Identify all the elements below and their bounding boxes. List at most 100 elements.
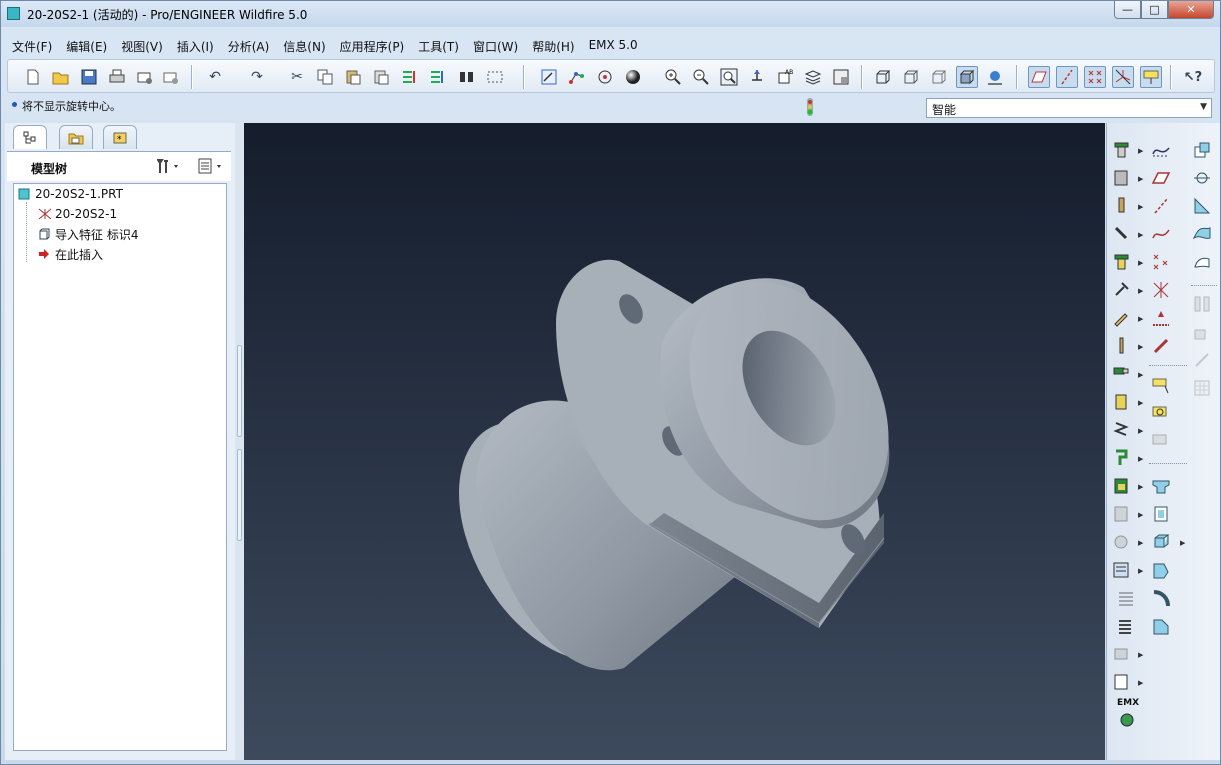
chevron-right-icon[interactable]: ▶ — [1138, 483, 1143, 491]
chevron-right-icon[interactable]: ▶ — [1138, 287, 1143, 295]
tab-favorites[interactable]: * — [103, 125, 137, 149]
hole-icon[interactable] — [1191, 223, 1213, 245]
shell-icon[interactable] — [1191, 139, 1213, 161]
view-manager-icon[interactable] — [830, 66, 852, 88]
sketch-icon[interactable] — [538, 66, 560, 88]
revolve-icon[interactable] — [1150, 503, 1172, 525]
datum-curve-tool-icon[interactable] — [1150, 223, 1172, 245]
chevron-right-icon[interactable]: ▶ — [1138, 679, 1143, 687]
selection-filter-select[interactable]: 智能 ▼ — [926, 98, 1212, 118]
pin-icon[interactable] — [1110, 335, 1132, 357]
cut-icon[interactable]: ✂ — [286, 66, 308, 88]
trim-icon[interactable] — [1191, 349, 1213, 371]
regen-manager-icon[interactable] — [426, 66, 448, 88]
tab-model-tree[interactable] — [13, 125, 47, 149]
rib-icon[interactable] — [1191, 195, 1213, 217]
layers-icon[interactable] — [802, 66, 824, 88]
component-icon[interactable] — [1110, 167, 1132, 189]
part-model[interactable] — [244, 123, 1105, 760]
minimize-button[interactable]: — — [1114, 1, 1141, 19]
splitter-grip[interactable] — [237, 449, 242, 541]
menu-info[interactable]: 信息(N) — [276, 35, 332, 57]
pattern-icon[interactable] — [1191, 251, 1213, 273]
export-icon[interactable] — [1110, 643, 1132, 665]
hidden-line-icon[interactable] — [900, 66, 922, 88]
cutter-icon[interactable] — [1110, 223, 1132, 245]
chevron-right-icon[interactable]: ▶ — [1138, 539, 1143, 547]
chevron-right-icon[interactable]: ▶ — [1138, 399, 1143, 407]
paste-icon[interactable] — [342, 66, 364, 88]
coordinate-systems-icon[interactable] — [1112, 66, 1134, 88]
chevron-right-icon[interactable]: ▶ — [1138, 427, 1143, 435]
datum-axis-tool-icon[interactable] — [1150, 195, 1172, 217]
chevron-right-icon[interactable]: ▶ — [1138, 455, 1143, 463]
sweep-icon[interactable] — [1150, 531, 1172, 553]
menu-view[interactable]: 视图(V) — [114, 35, 170, 57]
enhanced-realism-icon[interactable] — [984, 66, 1006, 88]
bracket-icon[interactable] — [1110, 447, 1132, 469]
find-icon[interactable] — [456, 66, 478, 88]
menu-help[interactable]: 帮助(H) — [525, 35, 581, 57]
sketch-datum-icon[interactable] — [1150, 139, 1172, 161]
chevron-right-icon[interactable]: ▶ — [1138, 203, 1143, 211]
draft-icon[interactable] — [1191, 167, 1213, 189]
paste-special-icon[interactable] — [370, 66, 392, 88]
menu-analysis[interactable]: 分析(A) — [221, 35, 277, 57]
zoom-in-icon[interactable] — [662, 66, 684, 88]
named-views-icon[interactable]: AB — [774, 66, 796, 88]
open-icon[interactable] — [50, 66, 72, 88]
bom-icon[interactable] — [1110, 559, 1132, 581]
chevron-right-icon[interactable]: ▶ — [1138, 315, 1143, 323]
chevron-right-icon[interactable]: ▶ — [1138, 231, 1143, 239]
menu-insert[interactable]: 插入(I) — [170, 35, 221, 57]
spin-center-icon[interactable] — [594, 66, 616, 88]
hammer-icon[interactable] — [1110, 279, 1132, 301]
tool-icon[interactable] — [1110, 195, 1132, 217]
chevron-right-icon[interactable]: ▶ — [1138, 343, 1143, 351]
reorient-icon[interactable] — [746, 66, 768, 88]
tree-node-part[interactable]: 20-20S2-1.PRT — [18, 185, 123, 203]
chevron-right-icon[interactable]: ▶ — [1138, 567, 1143, 575]
datum-planes-icon[interactable] — [1028, 66, 1050, 88]
redo-icon[interactable]: ↷ — [246, 66, 268, 88]
close-button[interactable]: ✕ — [1168, 1, 1214, 19]
orient-icon[interactable] — [566, 66, 588, 88]
menu-applications[interactable]: 应用程序(P) — [333, 35, 412, 57]
blend-icon[interactable] — [1150, 559, 1172, 581]
copy-icon[interactable] — [314, 66, 336, 88]
title-bar[interactable]: 20-20S2-1 (活动的) - Pro/ENGINEER Wildfire … — [1, 1, 1220, 27]
grid-icon[interactable] — [1191, 377, 1213, 399]
maximize-button[interactable]: □ — [1141, 1, 1168, 19]
emx-label[interactable]: EMX — [1117, 698, 1139, 708]
regenerate-icon[interactable] — [398, 66, 420, 88]
menu-emx[interactable]: EMX 5.0 — [582, 35, 645, 57]
chevron-right-icon[interactable]: ▶ — [1138, 511, 1143, 519]
insert-plate-icon[interactable] — [1110, 475, 1132, 497]
assembly-component-icon[interactable] — [1110, 139, 1132, 161]
tree-node-csys[interactable]: 20-20S2-1 — [38, 205, 117, 223]
document-icon[interactable] — [1110, 671, 1132, 693]
tree-node-insert-here[interactable]: 在此插入 — [38, 245, 103, 263]
globe-icon[interactable] — [1116, 709, 1138, 731]
undo-icon[interactable]: ↶ — [204, 66, 226, 88]
shaded-icon[interactable] — [956, 66, 978, 88]
frame-icon[interactable] — [1110, 391, 1132, 413]
menu-window[interactable]: 窗口(W) — [466, 35, 525, 57]
no-hidden-icon[interactable] — [928, 66, 950, 88]
chamfer-icon[interactable] — [1150, 615, 1172, 637]
tab-folder-browser[interactable] — [59, 125, 93, 149]
new-icon[interactable] — [22, 66, 44, 88]
chevron-right-icon[interactable]: ▶ — [1180, 539, 1185, 547]
annotation-feature-icon[interactable] — [1150, 375, 1172, 397]
menu-file[interactable]: 文件(F) — [5, 35, 59, 57]
refit-icon[interactable] — [718, 66, 740, 88]
datum-plane-tool-icon[interactable] — [1150, 167, 1172, 189]
list-icon[interactable] — [1115, 615, 1137, 637]
menu-edit[interactable]: 编辑(E) — [59, 35, 114, 57]
panel-splitter[interactable] — [235, 123, 244, 760]
menu-tools[interactable]: 工具(T) — [411, 35, 466, 57]
pencil-icon[interactable] — [1110, 307, 1132, 329]
select-box-icon[interactable] — [484, 66, 506, 88]
chevron-right-icon[interactable]: ▶ — [1138, 259, 1143, 267]
drawing-icon[interactable] — [1115, 587, 1137, 609]
